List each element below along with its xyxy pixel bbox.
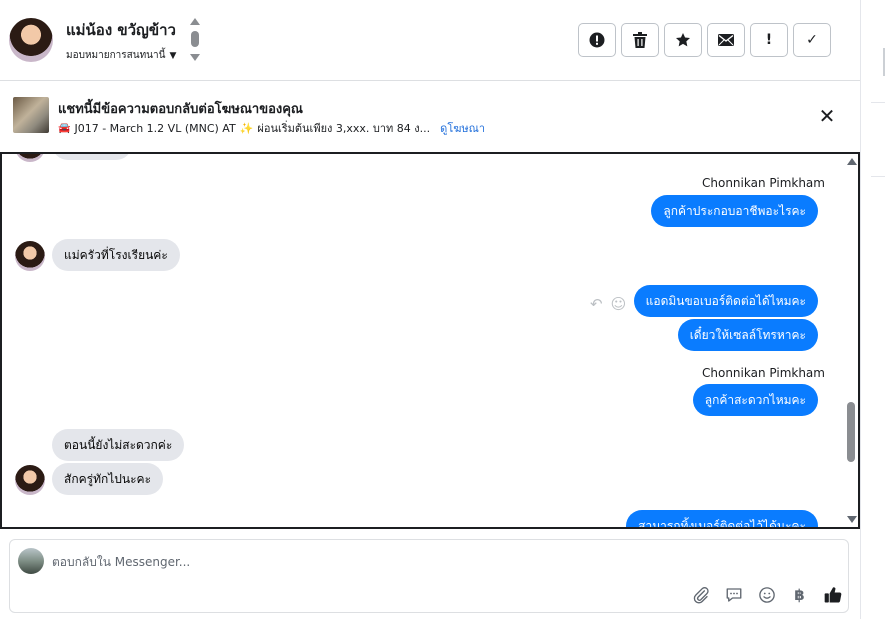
contact-avatar-small xyxy=(15,465,45,495)
react-emoji-icon[interactable]: ☺ xyxy=(611,295,627,313)
assign-conversation-dropdown[interactable]: มอบหมายการสนทนานี้ ▼ xyxy=(66,48,176,63)
banner-subtitle: 🚘 J017 - March 1.2 VL (MNC) AT ✨ ผ่อนเริ… xyxy=(58,119,485,137)
like-icon[interactable] xyxy=(822,584,843,605)
conversation-header: แม่น้อง ขวัญข้าว มอบหมายการสนทนานี้ ▼ ! … xyxy=(0,0,860,81)
ad-reply-banner: แชทนี้มีข้อความตอบกลับต่อโฆษณาของคุณ 🚘 J… xyxy=(0,81,860,152)
contact-avatar-small xyxy=(15,154,45,162)
inbox-conversation-panel: แม่น้อง ขวัญข้าว มอบหมายการสนทนานี้ ▼ ! … xyxy=(0,0,885,619)
page-avatar xyxy=(18,548,44,574)
car-icon: 🚘 xyxy=(58,122,71,134)
exclamation-icon: ! xyxy=(765,32,773,48)
emoji-icon[interactable] xyxy=(756,584,777,605)
assign-label: มอบหมายการสนทนานี้ xyxy=(66,50,166,61)
stepper-handle xyxy=(191,31,199,47)
saved-replies-icon[interactable] xyxy=(723,584,744,605)
conversation-stepper[interactable] xyxy=(189,18,201,62)
adjacent-panel-edge xyxy=(860,0,885,619)
header-actions: ! ✓ xyxy=(578,23,831,57)
message-bubble-incoming[interactable]: ตอนนี้ยังไม่สะดวกค่ะ xyxy=(52,429,185,461)
divider xyxy=(871,102,885,103)
message-bubble-outgoing[interactable]: แอดมินขอเบอร์ติดต่อได้ไหมคะ xyxy=(633,285,818,317)
alert-circle-icon xyxy=(589,32,605,48)
contact-avatar-small xyxy=(15,241,45,271)
sparkle-icon: ✨ xyxy=(239,121,254,135)
message-hover-actions: ↶ ☺ xyxy=(590,295,626,313)
ad-thumbnail xyxy=(13,97,49,133)
sender-name: Chonnikan Pimkham xyxy=(702,176,825,190)
star-button[interactable] xyxy=(664,23,702,57)
message-bubble-cutoff xyxy=(52,154,132,160)
reply-icon[interactable]: ↶ xyxy=(590,295,603,313)
message-bubble-outgoing[interactable]: สามารถทิ้งเบอร์ติดต่อไว้ได้นะคะ xyxy=(626,510,818,527)
message-bubble-incoming[interactable]: สักครู่ทักไปนะคะ xyxy=(52,463,164,495)
follow-up-button[interactable]: ! xyxy=(750,23,788,57)
divider xyxy=(871,176,885,177)
envelope-icon xyxy=(718,34,734,46)
message-bubble-outgoing[interactable]: ลูกค้าประกอบอาชีพอะไรคะ xyxy=(651,195,818,227)
sender-name: Chonnikan Pimkham xyxy=(702,366,825,380)
payment-icon[interactable]: ฿ xyxy=(789,584,810,605)
mark-unread-button[interactable] xyxy=(707,23,745,57)
scroll-up-arrow-icon[interactable] xyxy=(847,158,857,165)
view-ad-link[interactable]: ดูโฆษณา xyxy=(440,119,485,137)
caret-down-icon: ▼ xyxy=(169,50,177,61)
reply-input[interactable] xyxy=(52,552,752,572)
attach-icon[interactable] xyxy=(690,584,711,605)
scrollbar-thumb[interactable] xyxy=(847,402,855,462)
star-icon xyxy=(676,33,690,47)
contact-name[interactable]: แม่น้อง ขวัญข้าว xyxy=(66,18,176,42)
banner-title: แชทนี้มีข้อความตอบกลับต่อโฆษณาของคุณ xyxy=(58,102,303,117)
composer-tools: ฿ xyxy=(690,584,843,605)
chevron-down-icon[interactable] xyxy=(190,54,200,61)
done-button[interactable]: ✓ xyxy=(793,23,831,57)
ad-name: J017 - March 1.2 VL (MNC) AT xyxy=(74,121,236,135)
scroll-down-arrow-icon[interactable] xyxy=(847,516,857,523)
chevron-up-icon[interactable] xyxy=(190,18,200,25)
contact-avatar[interactable] xyxy=(9,18,53,62)
thread-scrollbar[interactable] xyxy=(844,154,858,527)
reply-composer: ฿ xyxy=(9,539,849,613)
message-bubble-outgoing[interactable]: เดี๋ยวให้เซลล์โทรหาคะ xyxy=(677,319,818,351)
check-icon: ✓ xyxy=(806,32,818,48)
ad-description: ผ่อนเริ่มต้นเพียง 3,xxx. บาท 84 ง... xyxy=(257,122,431,135)
delete-button[interactable] xyxy=(621,23,659,57)
trash-icon xyxy=(633,32,647,48)
spam-button[interactable] xyxy=(578,23,616,57)
message-bubble-incoming[interactable]: แม่ครัวที่โรงเรียนค่ะ xyxy=(52,239,180,271)
message-bubble-outgoing[interactable]: ลูกค้าสะดวกไหมคะ xyxy=(692,384,818,416)
message-thread[interactable]: Chonnikan Pimkham ลูกค้าประกอบอาชีพอะไรค… xyxy=(0,152,860,529)
close-icon[interactable]: ✕ xyxy=(818,106,836,126)
